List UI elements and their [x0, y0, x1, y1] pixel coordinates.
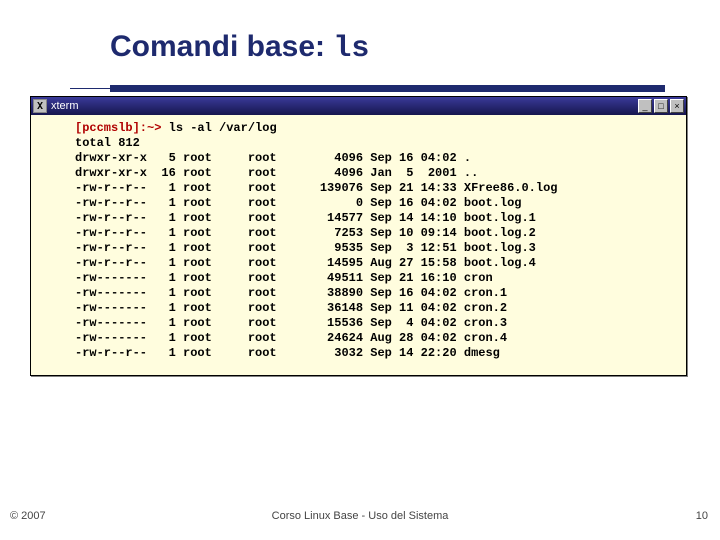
title-command: ls — [333, 32, 369, 66]
xterm-app-icon: X — [33, 99, 47, 113]
slide-title: Comandi base: ls — [110, 30, 369, 66]
xterm-titlebar[interactable]: X xterm _ □ × — [31, 97, 686, 115]
xterm-window: X xterm _ □ × [pccmslb]:~> ls -al /var/l… — [30, 96, 687, 376]
minimize-button[interactable]: _ — [638, 99, 652, 113]
terminal-output[interactable]: [pccmslb]:~> ls -al /var/log total 812 d… — [31, 115, 686, 375]
title-text: Comandi base: — [110, 30, 333, 63]
footer-text: Corso Linux Base - Uso del Sistema — [0, 510, 720, 522]
xterm-title-text: xterm — [51, 100, 79, 112]
page-number: 10 — [696, 510, 708, 522]
maximize-button[interactable]: □ — [654, 99, 668, 113]
close-button[interactable]: × — [670, 99, 684, 113]
